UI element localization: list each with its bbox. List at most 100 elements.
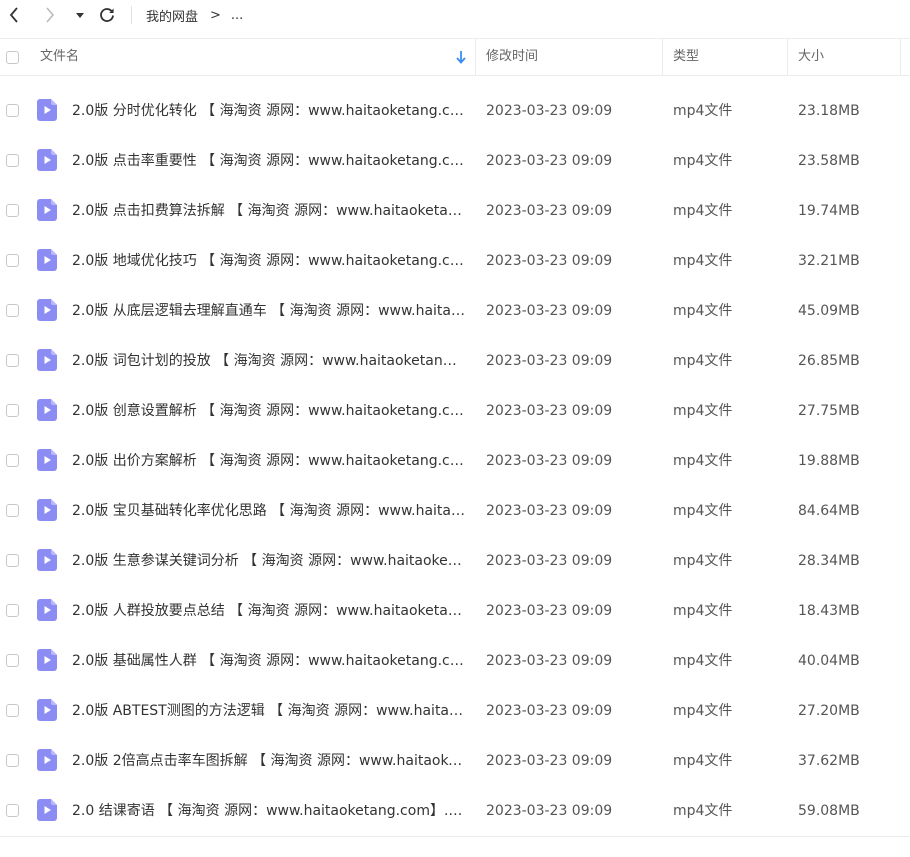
file-modified-date: 2023-03-23 09:09 — [486, 553, 613, 569]
file-type: mp4文件 — [673, 653, 733, 669]
file-row[interactable]: 2.0版 分时优化转化 【 海淘资 源网：www.haitaoketang.co… — [0, 86, 910, 136]
file-size: 19.88MB — [798, 453, 860, 469]
list-bottom-divider — [0, 836, 910, 837]
file-type: mp4文件 — [673, 703, 733, 719]
column-header-name[interactable]: 文件名 — [40, 39, 79, 75]
video-file-icon — [37, 549, 57, 571]
breadcrumb-root[interactable]: 我的网盘 — [146, 6, 198, 25]
row-checkbox[interactable] — [6, 204, 19, 217]
row-checkbox[interactable] — [6, 754, 19, 767]
file-type: mp4文件 — [673, 803, 733, 819]
file-name[interactable]: 2.0版 人群投放要点总结 【 海淘资 源网：www.haitaoketang.… — [72, 586, 465, 636]
row-checkbox[interactable] — [6, 704, 19, 717]
file-row[interactable]: 2.0版 从底层逻辑去理解直通车 【 海淘资 源网：www.haitaoketa… — [0, 286, 910, 336]
back-button[interactable] — [4, 4, 24, 26]
file-name[interactable]: 2.0版 词包计划的投放 【 海淘资 源网：www.haitaoketang.c… — [72, 336, 465, 386]
file-size: 27.75MB — [798, 403, 860, 419]
row-checkbox[interactable] — [6, 354, 19, 367]
file-name[interactable]: 2.0版 出价方案解析 【 海淘资 源网：www.haitaoketang.co… — [72, 436, 465, 486]
file-size: 37.62MB — [798, 753, 860, 769]
breadcrumb-more[interactable]: ... — [231, 8, 243, 23]
video-file-icon — [37, 299, 57, 321]
row-checkbox[interactable] — [6, 604, 19, 617]
row-checkbox[interactable] — [6, 554, 19, 567]
row-checkbox[interactable] — [6, 804, 19, 817]
video-file-icon — [37, 249, 57, 271]
file-name[interactable]: 2.0版 宝贝基础转化率优化思路 【 海淘资 源网：www.haitaoketa… — [72, 486, 465, 536]
file-modified-date: 2023-03-23 09:09 — [486, 253, 613, 269]
column-divider[interactable] — [662, 39, 663, 75]
file-type: mp4文件 — [673, 403, 733, 419]
video-file-icon — [37, 449, 57, 471]
video-file-icon — [37, 199, 57, 221]
video-file-icon — [37, 99, 57, 121]
column-divider[interactable] — [787, 39, 788, 75]
file-size: 23.18MB — [798, 103, 860, 119]
file-name[interactable]: 2.0版 ABTEST测图的方法逻辑 【 海淘资 源网：www.haitaoke… — [72, 686, 465, 736]
file-name[interactable]: 2.0版 生意参谋关键词分析 【 海淘资 源网：www.haitaoketang… — [72, 536, 465, 586]
row-checkbox[interactable] — [6, 504, 19, 517]
row-checkbox[interactable] — [6, 454, 19, 467]
column-header-modified[interactable]: 修改时间 — [486, 39, 538, 75]
file-row[interactable]: 2.0版 人群投放要点总结 【 海淘资 源网：www.haitaoketang.… — [0, 586, 910, 636]
history-dropdown-button[interactable] — [73, 4, 87, 26]
file-row[interactable]: 2.0版 基础属性人群 【 海淘资 源网：www.haitaoketang.co… — [0, 636, 910, 686]
row-checkbox[interactable] — [6, 404, 19, 417]
file-row[interactable]: 2.0版 ABTEST测图的方法逻辑 【 海淘资 源网：www.haitaoke… — [0, 686, 910, 736]
file-size: 27.20MB — [798, 703, 860, 719]
row-checkbox[interactable] — [6, 654, 19, 667]
video-file-icon — [37, 399, 57, 421]
file-name[interactable]: 2.0版 基础属性人群 【 海淘资 源网：www.haitaoketang.co… — [72, 636, 465, 686]
file-row[interactable]: 2.0版 出价方案解析 【 海淘资 源网：www.haitaoketang.co… — [0, 436, 910, 486]
file-size: 18.43MB — [798, 603, 860, 619]
column-divider[interactable] — [900, 39, 901, 75]
file-size: 19.74MB — [798, 203, 860, 219]
file-name[interactable]: 2.0版 分时优化转化 【 海淘资 源网：www.haitaoketang.co… — [72, 86, 465, 136]
file-row[interactable]: 2.0版 生意参谋关键词分析 【 海淘资 源网：www.haitaoketang… — [0, 536, 910, 586]
file-name[interactable]: 2.0版 2倍高点击率车图拆解 【 海淘资 源网：www.haitaoketan… — [72, 736, 465, 786]
file-name[interactable]: 2.0版 地域优化技巧 【 海淘资 源网：www.haitaoketang.co… — [72, 236, 465, 286]
file-row[interactable]: 2.0版 地域优化技巧 【 海淘资 源网：www.haitaoketang.co… — [0, 236, 910, 286]
file-row[interactable]: 2.0版 点击率重要性 【 海淘资 源网：www.haitaoketang.co… — [0, 136, 910, 186]
file-size: 59.08MB — [798, 803, 860, 819]
file-type: mp4文件 — [673, 253, 733, 269]
video-file-icon — [37, 649, 57, 671]
forward-button[interactable] — [40, 4, 60, 26]
file-name[interactable]: 2.0版 创意设置解析 【 海淘资 源网：www.haitaoketang.co… — [72, 386, 465, 436]
row-checkbox[interactable] — [6, 154, 19, 167]
file-row[interactable]: 2.0版 宝贝基础转化率优化思路 【 海淘资 源网：www.haitaoketa… — [0, 486, 910, 536]
file-name[interactable]: 2.0 结课寄语 【 海淘资 源网：www.haitaoketang.com】.… — [72, 786, 465, 836]
file-row[interactable]: 2.0版 创意设置解析 【 海淘资 源网：www.haitaoketang.co… — [0, 386, 910, 436]
row-checkbox[interactable] — [6, 254, 19, 267]
column-header-type[interactable]: 类型 — [673, 39, 699, 75]
file-row[interactable]: 2.0版 词包计划的投放 【 海淘资 源网：www.haitaoketang.c… — [0, 336, 910, 386]
row-checkbox[interactable] — [6, 104, 19, 117]
column-header-size[interactable]: 大小 — [798, 39, 824, 75]
file-modified-date: 2023-03-23 09:09 — [486, 203, 613, 219]
chevron-right-icon — [46, 7, 55, 23]
column-divider[interactable] — [475, 39, 476, 75]
video-file-icon — [37, 149, 57, 171]
file-modified-date: 2023-03-23 09:09 — [486, 303, 613, 319]
file-row[interactable]: 2.0 结课寄语 【 海淘资 源网：www.haitaoketang.com】.… — [0, 786, 910, 836]
select-all-checkbox[interactable] — [6, 51, 19, 64]
refresh-button[interactable] — [96, 4, 118, 26]
row-checkbox[interactable] — [6, 304, 19, 317]
file-modified-date: 2023-03-23 09:09 — [486, 653, 613, 669]
file-name[interactable]: 2.0版 从底层逻辑去理解直通车 【 海淘资 源网：www.haitaoketa… — [72, 286, 465, 336]
file-name[interactable]: 2.0版 点击扣费算法拆解 【 海淘资 源网：www.haitaoketang.… — [72, 186, 465, 236]
file-modified-date: 2023-03-23 09:09 — [486, 403, 613, 419]
sort-down-arrow-icon[interactable] — [455, 50, 467, 64]
refresh-icon — [100, 8, 114, 22]
file-modified-date: 2023-03-23 09:09 — [486, 703, 613, 719]
file-modified-date: 2023-03-23 09:09 — [486, 103, 613, 119]
video-file-icon — [37, 349, 57, 371]
file-size: 40.04MB — [798, 653, 860, 669]
file-row[interactable]: 2.0版 2倍高点击率车图拆解 【 海淘资 源网：www.haitaoketan… — [0, 736, 910, 786]
file-size: 84.64MB — [798, 503, 860, 519]
caret-down-icon — [76, 13, 84, 18]
file-name[interactable]: 2.0版 点击率重要性 【 海淘资 源网：www.haitaoketang.co… — [72, 136, 465, 186]
file-row[interactable]: 2.0版 点击扣费算法拆解 【 海淘资 源网：www.haitaoketang.… — [0, 186, 910, 236]
file-modified-date: 2023-03-23 09:09 — [486, 353, 613, 369]
file-modified-date: 2023-03-23 09:09 — [486, 153, 613, 169]
